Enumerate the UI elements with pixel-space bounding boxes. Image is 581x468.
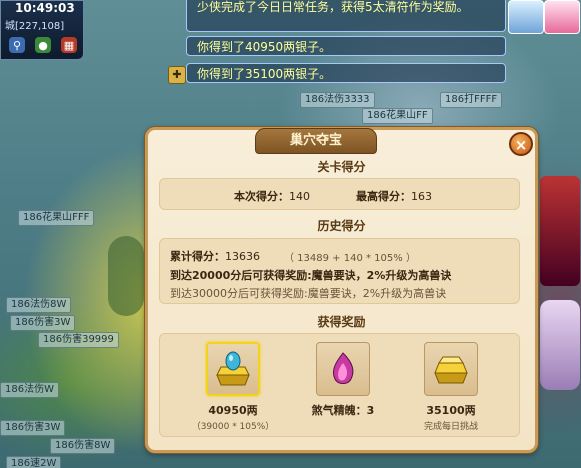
player-name-tag[interactable]: 186法伤8W: [6, 297, 72, 313]
gold-ingot-icon: [434, 356, 468, 384]
player-character-sprite[interactable]: [108, 236, 144, 316]
player-name-tag[interactable]: 186伤害39999: [38, 332, 119, 348]
reward-slot-silver[interactable]: [206, 342, 260, 396]
chat-message-silver: 你得到了40950两银子。: [186, 36, 506, 56]
reward-slot-essence[interactable]: [316, 342, 370, 396]
player-name-tag[interactable]: 186速2W: [6, 456, 62, 468]
best-score: 最高得分：163: [356, 190, 432, 203]
npc-character-sprite[interactable]: [540, 176, 580, 286]
game-clock: 10:49:03: [15, 1, 75, 15]
pet-avatar[interactable]: [544, 0, 580, 34]
gold-ingot-gem-icon: [216, 351, 250, 386]
reward-sub: （39000 * 105%）: [191, 422, 275, 432]
reward-slot-daily-silver[interactable]: [424, 342, 478, 396]
reward-label: 35100两: [426, 404, 476, 417]
level-score-heading: 关卡得分: [317, 160, 366, 174]
calendar-icon[interactable]: ▦: [61, 37, 77, 53]
milestone-reward-1: 到达20000分后可获得奖励:魔兽要诀，2%升级为高兽诀: [170, 269, 452, 282]
npc-character-sprite[interactable]: [540, 300, 580, 390]
player-name-tag[interactable]: 186伤害3W: [0, 420, 66, 436]
search-icon[interactable]: ⚲: [9, 37, 25, 53]
rewards-heading: 获得奖励: [317, 315, 366, 329]
current-score: 本次得分：140: [234, 190, 310, 203]
history-score-heading: 历史得分: [317, 219, 366, 233]
milestone-reward-2: 到达30000分后可获得奖励:魔兽要诀，2%升级为高兽诀: [170, 287, 447, 300]
level-score-panel: [159, 178, 520, 210]
player-avatar[interactable]: [508, 0, 544, 34]
reward-label: 煞气精魄：3: [311, 404, 375, 417]
map-coordinates: 城[227,108]: [5, 21, 65, 32]
player-name-tag[interactable]: 186法伤3333: [300, 92, 375, 108]
player-name-tag[interactable]: 186伤害8W: [50, 438, 116, 454]
player-name-tag[interactable]: 186花果山FFF: [18, 210, 95, 226]
player-name-tag[interactable]: 186法伤W: [0, 382, 59, 398]
player-name-tag[interactable]: 186伤害3W: [10, 315, 76, 331]
chat-message-silver: 你得到了35100两银子。: [186, 63, 506, 83]
chat-message-task: 少侠完成了今日日常任务，获得5太清符作为奖励。: [186, 0, 506, 32]
close-button[interactable]: ×: [509, 132, 533, 156]
reward-label: 40950两: [208, 404, 258, 417]
player-name-tag[interactable]: 186花果山FF: [362, 108, 433, 124]
total-score: 累计得分：13636: [170, 250, 260, 263]
score-formula: （ 13489 + 140 * 105% ）: [284, 253, 416, 264]
player-name-tag[interactable]: 186打FFFF: [440, 92, 503, 108]
move-cross-icon[interactable]: ✚: [168, 66, 186, 84]
close-icon: ×: [514, 136, 528, 154]
soul-essence-icon: [332, 352, 354, 384]
reward-sub: 完成每日挑战: [423, 422, 478, 432]
minimap-panel: 10:49:03 城[227,108] ⚲ ● ▦: [0, 0, 84, 60]
friends-icon[interactable]: ●: [35, 37, 51, 53]
dialog-title: 巢穴夺宝: [255, 128, 377, 154]
